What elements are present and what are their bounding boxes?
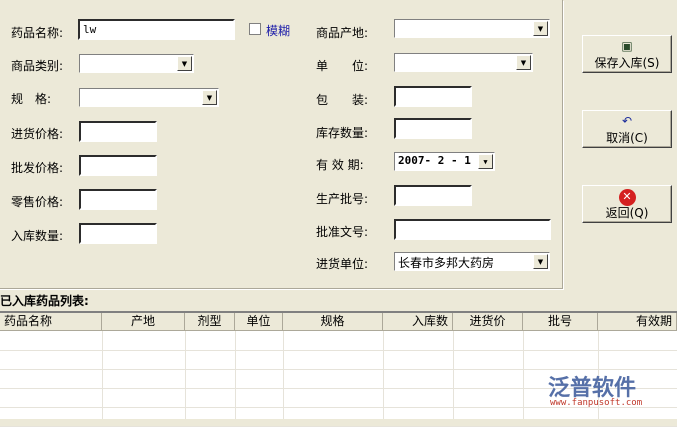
approval-label: 批准文号: (316, 225, 369, 239)
column-header[interactable]: 规格 (283, 313, 383, 331)
close-icon: ✕ (583, 189, 671, 206)
column-divider (383, 331, 384, 419)
save-label: 保存入库(S) (594, 56, 660, 70)
stock-qty-label: 库存数量: (316, 126, 369, 140)
retail-price-input[interactable] (79, 189, 157, 210)
column-divider (453, 331, 454, 419)
expiry-label: 有 效 期: (316, 158, 364, 172)
batch-input[interactable] (394, 185, 472, 206)
purchase-price-input[interactable] (79, 121, 157, 142)
expiry-date-picker[interactable]: 2007- 2 - 1 ▼ (394, 152, 495, 171)
fuzzy-checkbox[interactable] (249, 23, 261, 35)
approval-input[interactable] (394, 219, 551, 240)
wholesale-price-input[interactable] (79, 155, 157, 176)
unit-select[interactable]: ▼ (394, 53, 533, 72)
category-label: 商品类别: (11, 59, 64, 73)
undo-icon: ↶ (621, 114, 633, 128)
fuzzy-label[interactable]: 模糊 (266, 22, 290, 39)
chevron-down-icon[interactable]: ▼ (177, 56, 192, 71)
batch-label: 生产批号: (316, 192, 369, 206)
column-divider (102, 331, 103, 419)
unit-label: 单 位: (316, 59, 369, 73)
cancel-label: 取消(C) (606, 131, 648, 145)
column-header[interactable]: 单位 (235, 313, 283, 331)
supplier-value: 长春市多邦大药房 (398, 256, 495, 270)
column-divider (283, 331, 284, 419)
column-header[interactable]: 剂型 (185, 313, 235, 331)
save-button[interactable]: ▣ 保存入库(S) (582, 35, 672, 73)
column-divider (523, 331, 524, 419)
category-select[interactable]: ▼ (79, 54, 194, 73)
back-button[interactable]: ✕ 返回(Q) (582, 185, 672, 223)
drug-entry-group (0, 0, 563, 289)
column-divider (235, 331, 236, 419)
retail-price-label: 零售价格: (11, 195, 64, 209)
watermark-logo: 泛普软件 www.fanpusoft.com (548, 370, 642, 408)
column-header[interactable]: 批号 (523, 313, 598, 331)
origin-label: 商品产地: (316, 26, 369, 40)
chevron-down-icon[interactable]: ▼ (516, 55, 531, 70)
table-row-divider (0, 350, 677, 351)
in-qty-label: 入库数量: (11, 229, 64, 243)
column-header[interactable]: 入库数 (383, 313, 453, 331)
stock-qty-input[interactable] (394, 118, 472, 139)
in-qty-input[interactable] (79, 223, 157, 244)
watermark-url: www.fanpusoft.com (550, 398, 643, 408)
supplier-label: 进货单位: (316, 257, 369, 271)
spec-label: 规 格: (11, 92, 52, 106)
package-input[interactable] (394, 86, 472, 107)
floppy-disk-icon: ▣ (621, 39, 633, 53)
chevron-down-icon[interactable]: ▼ (202, 90, 217, 105)
expiry-value: 2007- 2 - 1 (398, 154, 471, 167)
chevron-down-icon[interactable]: ▼ (533, 21, 548, 36)
chevron-down-icon[interactable]: ▼ (478, 154, 493, 169)
purchase-price-label: 进货价格: (11, 127, 64, 141)
drug-name-label: 药品名称: (11, 26, 64, 40)
wholesale-price-label: 批发价格: (11, 161, 64, 175)
list-title: 已入库药品列表: (0, 294, 89, 308)
chevron-down-icon[interactable]: ▼ (533, 254, 548, 269)
package-label: 包 装: (316, 93, 369, 107)
column-header[interactable]: 有效期 (598, 313, 677, 331)
spec-select[interactable]: ▼ (79, 88, 219, 107)
drug-name-input[interactable]: lw (78, 19, 235, 40)
supplier-select[interactable]: 长春市多邦大药房 ▼ (394, 252, 550, 271)
cancel-button[interactable]: ↶ 取消(C) (582, 110, 672, 148)
column-header[interactable]: 药品名称 (0, 313, 102, 331)
column-header[interactable]: 产地 (102, 313, 185, 331)
back-label: 返回(Q) (605, 206, 649, 220)
column-header[interactable]: 进货价 (453, 313, 523, 331)
origin-select[interactable]: ▼ (394, 19, 550, 38)
column-divider (185, 331, 186, 419)
